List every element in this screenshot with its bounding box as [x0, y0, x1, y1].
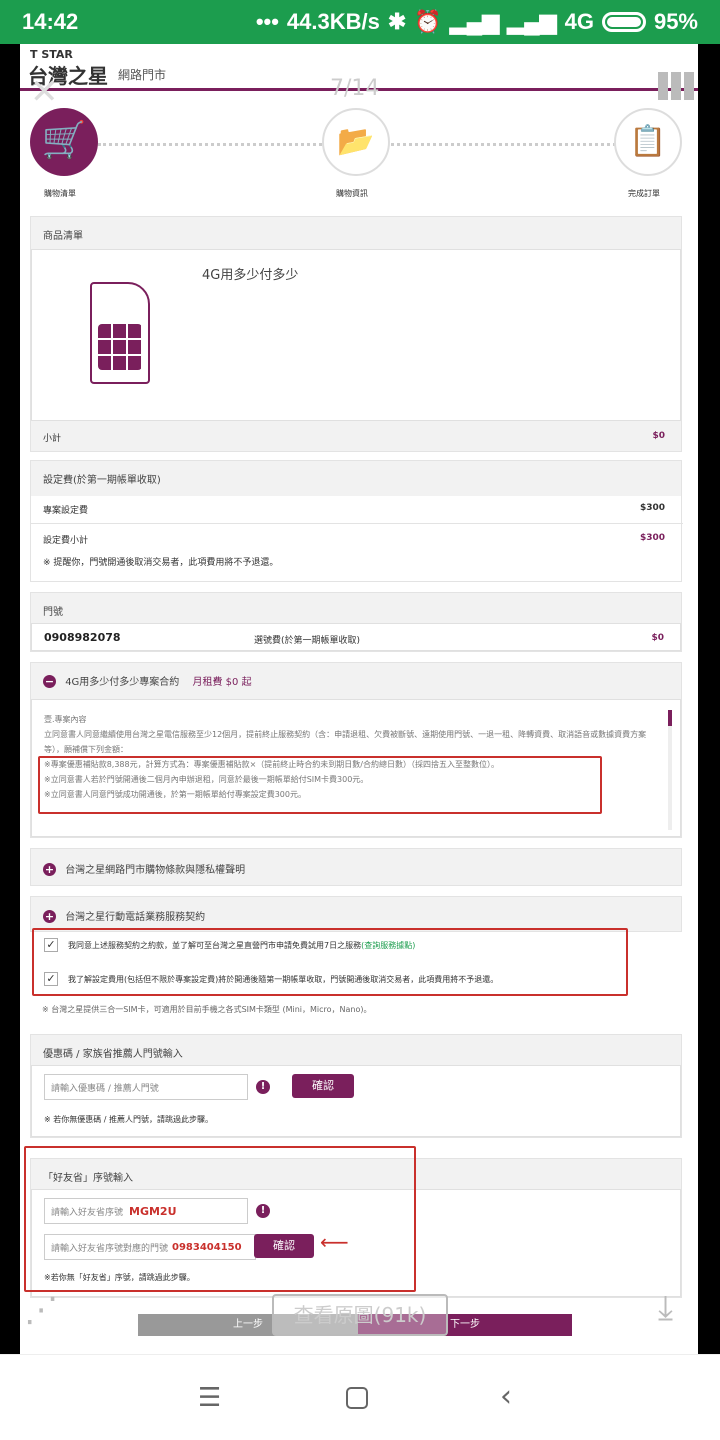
download-icon[interactable]: ⤓: [658, 1288, 673, 1328]
collapse-icon[interactable]: −: [43, 675, 56, 688]
number-row: 0908982078 選號費(於第一期帳單收取) $0: [31, 623, 681, 651]
product-card: 4G用多少付多少: [31, 249, 681, 421]
product-name: 4G用多少付多少: [202, 268, 299, 283]
cart-icon: 🛒: [30, 108, 98, 176]
contract-header[interactable]: − 4G用多少付多少專案合約 月租費 $0 起: [31, 663, 681, 698]
grid-icon[interactable]: [658, 72, 694, 100]
setup-fee-section: 設定費(於第一期帳單收取) 專案設定費 $300 設定費小計 $300 ※ 提醒…: [30, 460, 683, 582]
phone-number: 0908982078: [44, 631, 121, 644]
subtotal-value: $0: [652, 431, 665, 441]
highlight-box-friend: [24, 1146, 416, 1292]
product-section: 商品清單 4G用多少付多少 小計 $0: [30, 216, 682, 452]
sim-card-icon: [90, 282, 150, 384]
setup-fee-note: ※ 提醒你，門號開通後取消交易者，此項費用將不予退還。: [43, 558, 279, 568]
network-type: 4G: [564, 9, 594, 34]
battery-icon: [601, 12, 646, 32]
signal-icon: ▂▄▆: [449, 9, 500, 34]
step-label-2: 購物資訊: [336, 189, 368, 198]
contract-monthly: 月租費 $0 起: [192, 677, 252, 688]
home-icon[interactable]: [346, 1387, 368, 1409]
share-icon[interactable]: ⋰: [24, 1290, 58, 1330]
status-time: 14:42: [22, 9, 79, 34]
coupon-confirm-button[interactable]: 確認: [292, 1074, 354, 1098]
contract-p1: 立同意書人同意繼續使用台灣之星電信服務至少12個月，提前終止服務契約（含：申請退…: [44, 730, 647, 754]
contract-heading: 壹.專案內容: [44, 715, 87, 724]
subtotal-label: 小計: [43, 434, 62, 444]
clipboard-icon: 📋: [614, 108, 682, 176]
navigation-bar: ☰ ‹: [0, 1354, 720, 1440]
number-section: 門號 0908982078 選號費(於第一期帳單收取) $0: [30, 592, 682, 652]
coupon-box: 請輸入優惠碼 / 推薦人門號 ! 確認 ※ 若你無優惠碼 / 推薦人門號，請跳過…: [31, 1065, 681, 1137]
status-bar: 14:42 ••• 44.3KB/s ✱ ⏰ ▂▄▆ ▂▄▆ 4G 95%: [0, 0, 720, 44]
bluetooth-icon: ✱: [387, 9, 407, 34]
product-section-title: 商品清單: [43, 231, 83, 242]
highlight-box-agree: [32, 928, 628, 996]
highlight-box-contract: [38, 756, 602, 814]
setup-fee-item-label: 專案設定費: [43, 506, 89, 516]
scrollbar-track[interactable]: [668, 710, 672, 830]
alarm-icon: ⏰: [414, 9, 442, 34]
signal-icon-2: ▂▄▆: [507, 9, 557, 34]
step-label-3: 完成訂單: [628, 189, 660, 198]
status-icons: ••• 44.3KB/s ✱ ⏰ ▂▄▆ ▂▄▆ 4G 95%: [256, 9, 698, 35]
folder-icon: 📂: [322, 108, 390, 176]
view-original-button[interactable]: 查看原圖(91k): [272, 1294, 448, 1336]
right-margin: [698, 44, 720, 1354]
contract-title: 4G用多少付多少專案合約: [65, 677, 180, 688]
menu-icon[interactable]: ☰: [198, 1383, 221, 1413]
setup-fee-subtotal-label: 設定費小計: [43, 536, 89, 546]
terms2-title: 台灣之星行動電話業務服務契約: [65, 912, 206, 923]
web-page: T STAR 台灣之星 網路門市 ✕ 7/14 🛒 📂 📋 購物清單 購物資訊 …: [20, 44, 698, 1354]
page-counter: 7/14: [330, 76, 380, 101]
coupon-input[interactable]: 請輸入優惠碼 / 推薦人門號: [44, 1074, 248, 1100]
number-fee-value: $0: [651, 633, 664, 643]
network-speed: 44.3KB/s: [286, 9, 380, 34]
brand-sub: 網路門市: [118, 68, 167, 82]
battery-level: 95%: [653, 9, 698, 34]
terms2-section[interactable]: + 台灣之星行動電話業務服務契約: [30, 896, 682, 932]
setup-fee-title: 設定費(於第一期帳單收取): [31, 461, 681, 496]
sim-note: ※ 台灣之星提供三合一SIM卡，可適用於目前手機之各式SIM卡類型 (Mini，…: [42, 1005, 372, 1014]
back-icon[interactable]: ‹: [500, 1379, 512, 1414]
expand-icon[interactable]: +: [43, 863, 56, 876]
left-margin: [0, 44, 20, 1354]
info-icon: !: [256, 1080, 270, 1094]
number-fee-label: 選號費(於第一期帳單收取): [254, 636, 361, 646]
coupon-section: 優惠碼 / 家族省推薦人門號輸入 請輸入優惠碼 / 推薦人門號 ! 確認 ※ 若…: [30, 1034, 682, 1138]
setup-fee-subtotal-value: $300: [639, 533, 665, 543]
step-label-1: 購物清單: [44, 189, 76, 198]
close-icon[interactable]: ✕: [30, 72, 59, 112]
terms1-title: 台灣之星網路門市購物條款與隱私權聲明: [65, 865, 246, 876]
expand-icon-2[interactable]: +: [43, 910, 56, 923]
coupon-note: ※ 若你無優惠碼 / 推薦人門號，請跳過此步驟。: [44, 1115, 214, 1124]
setup-fee-item-value: $300: [639, 503, 665, 513]
more-dots-icon: •••: [255, 9, 279, 34]
terms1-section[interactable]: + 台灣之星網路門市購物條款與隱私權聲明: [30, 848, 682, 886]
